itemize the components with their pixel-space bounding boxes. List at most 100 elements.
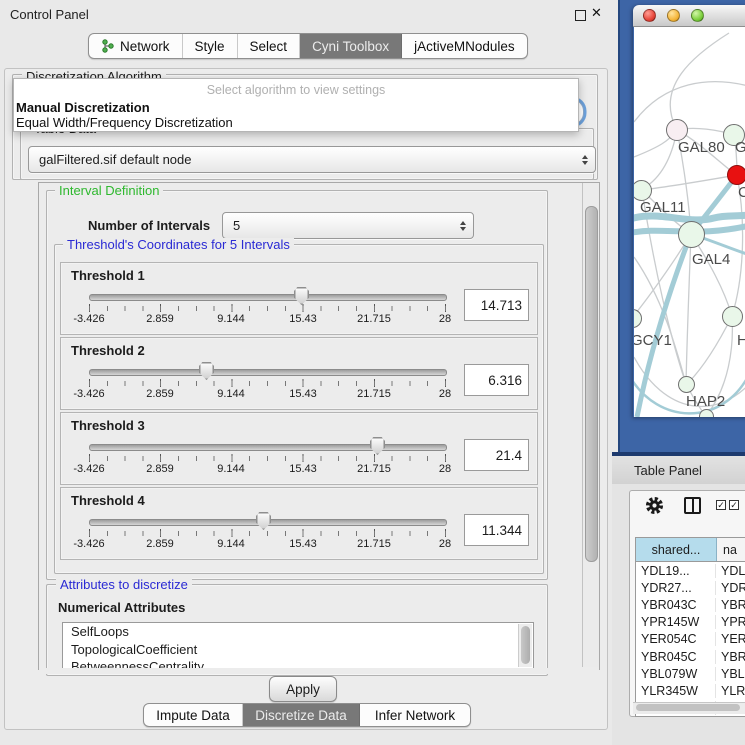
table-horizontal-scrollbar-thumb[interactable] [636,704,740,711]
node-label: GAL11 [640,199,686,216]
checkbox-icon[interactable]: ✓ [729,500,739,510]
slider-minor-ticks [89,456,446,461]
tab-infer-network-label: Infer Network [375,708,455,723]
mac-minimize-icon[interactable] [667,9,680,22]
table-panel-title: Table Panel [634,463,702,478]
node-label: H [737,332,745,349]
table-row[interactable]: YBL079WYBL07 [636,665,745,682]
network-window: GAL80 GA C GAL11 GAL4 GCY1 H HAP2 [633,5,745,417]
float-window-icon[interactable] [575,10,586,21]
number-of-intervals-combobox[interactable]: 5 [222,212,474,239]
node-label: C [738,184,745,201]
control-panel-tabs: Network Style Select Cyni Toolbox jActiv… [88,33,528,59]
numerical-attributes-list: SelfLoops TopologicalCoefficient Between… [62,622,534,670]
node-label: GAL80 [678,139,725,156]
number-of-intervals-value: 5 [233,218,240,233]
table-row[interactable]: YDR27...YDR27 [636,579,745,596]
table-row[interactable]: YLR345WYLR34 [636,682,745,699]
attributes-group-title: Attributes to discretize [56,578,192,591]
table-row[interactable]: YDL19...YDL19 [636,562,745,579]
list-scrollbar[interactable] [518,624,532,667]
control-panel-title: Control Panel [10,7,89,22]
threshold-3-slider-thumb[interactable] [370,437,385,455]
numerical-attributes-label: Numerical Attributes [58,600,185,615]
node-label: GAL4 [692,251,730,268]
threshold-2-slider-track[interactable] [89,369,447,376]
tab-cyni-toolbox[interactable]: Cyni Toolbox [300,34,402,58]
table-data-combobox[interactable]: galFiltered.sif default node [28,146,596,173]
slider-minor-ticks [89,531,446,536]
mac-zoom-icon[interactable] [691,9,704,22]
app-root: Control Panel ✕ Network Style Select Cyn… [0,0,745,745]
slider-minor-ticks [89,381,446,386]
tab-select[interactable]: Select [238,34,301,58]
threshold-3-value-field[interactable]: 21.4 [464,439,529,471]
network-window-titlebar[interactable] [633,5,745,27]
threshold-4-panel: Threshold 4 -3.4262.8599.14415.4321.7152… [60,487,538,560]
threshold-4-value-field[interactable]: 11.344 [464,514,529,546]
threshold-3-slider-track[interactable] [89,444,447,451]
dropdown-prompt: Select algorithm to view settings [14,79,578,100]
network-canvas[interactable]: GAL80 GA C GAL11 GAL4 GCY1 H HAP2 [634,27,745,417]
threshold-3-label: Threshold 3 [71,418,145,433]
tab-style[interactable]: Style [183,34,238,58]
list-item[interactable]: SelfLoops [63,623,533,641]
table-row[interactable]: YBR043CYBR04 [636,596,745,613]
node-label: HAP2 [686,393,725,410]
node-table: shared... na YDL19...YDL19 YDR27...YDR27… [635,537,745,717]
threshold-2-slider-thumb[interactable] [199,362,214,380]
dropdown-option-equal-width-frequency[interactable]: Equal Width/Frequency Discretization [14,115,578,130]
list-item[interactable]: TopologicalCoefficient [63,641,533,659]
tab-infer-network[interactable]: Infer Network [360,704,470,726]
tab-cyni-toolbox-label: Cyni Toolbox [312,39,389,54]
column-header-name[interactable]: na [717,538,745,561]
algorithm-dropdown-popup: Select algorithm to view settings Manual… [13,78,579,132]
combo-stepper-icon [582,155,588,165]
threshold-1-value-field[interactable]: 14.713 [464,289,529,321]
threshold-2-value-field[interactable]: 6.316 [464,364,529,396]
gear-icon[interactable] [645,496,664,515]
node-gal4[interactable] [678,221,705,248]
table-data-selected-value: galFiltered.sif default node [39,152,191,167]
cyni-bottom-tabs: Impute Data Discretize Data Infer Networ… [143,703,471,727]
slider-minor-ticks [89,306,446,311]
checkbox-icon[interactable]: ✓ [716,500,726,510]
table-row[interactable]: YER054CYER05 [636,631,745,648]
table-row[interactable]: YPR145WYPR14 [636,614,745,631]
tab-discretize-data-label: Discretize Data [255,708,347,723]
table-row[interactable]: YBR045CYBR04 [636,648,745,665]
list-scrollbar-thumb[interactable] [521,626,530,664]
threshold-1-panel: Threshold 1 -3.4262.8599.14415.4321.7152… [60,262,538,335]
threshold-4-slider-thumb[interactable] [256,512,271,530]
threshold-4-label: Threshold 4 [71,493,145,508]
table-panel-header: Table Panel [612,456,745,485]
settings-scrollbar-thumb[interactable] [585,206,598,562]
close-icon[interactable]: ✕ [591,5,602,21]
node-hap2[interactable] [678,376,695,393]
node-gal80[interactable] [666,119,688,141]
column-header-shared-name[interactable]: shared... [636,538,717,561]
mac-close-icon[interactable] [643,9,656,22]
tab-jactivemnodules[interactable]: jActiveMNodules [402,34,527,58]
tab-network-label: Network [120,39,170,54]
tab-network[interactable]: Network [89,34,183,58]
apply-button[interactable]: Apply [269,676,337,702]
threshold-3-panel: Threshold 3 -3.4262.8599.14415.4321.7152… [60,412,538,485]
threshold-2-label: Threshold 2 [71,343,145,358]
scrollpane-bottom-mask [39,668,599,674]
node-h[interactable] [722,306,743,327]
number-of-intervals-label: Number of Intervals [88,218,210,233]
columns-icon[interactable] [684,497,701,514]
tab-impute-data-label: Impute Data [156,708,230,723]
threshold-1-label: Threshold 1 [71,268,145,283]
interval-definition-title: Interval Definition [55,184,163,197]
tab-impute-data[interactable]: Impute Data [144,704,243,726]
thresholds-group-title: Threshold's Coordinates for 5 Intervals [63,238,294,251]
dropdown-option-manual-discretization[interactable]: Manual Discretization [14,100,578,115]
threshold-1-slider-thumb[interactable] [294,287,309,305]
table-header-row: shared... na [636,538,745,562]
node-selected-red[interactable] [727,165,745,185]
tab-discretize-data[interactable]: Discretize Data [243,704,360,726]
node-bottom[interactable] [699,409,714,417]
threshold-1-slider-track[interactable] [89,294,447,301]
